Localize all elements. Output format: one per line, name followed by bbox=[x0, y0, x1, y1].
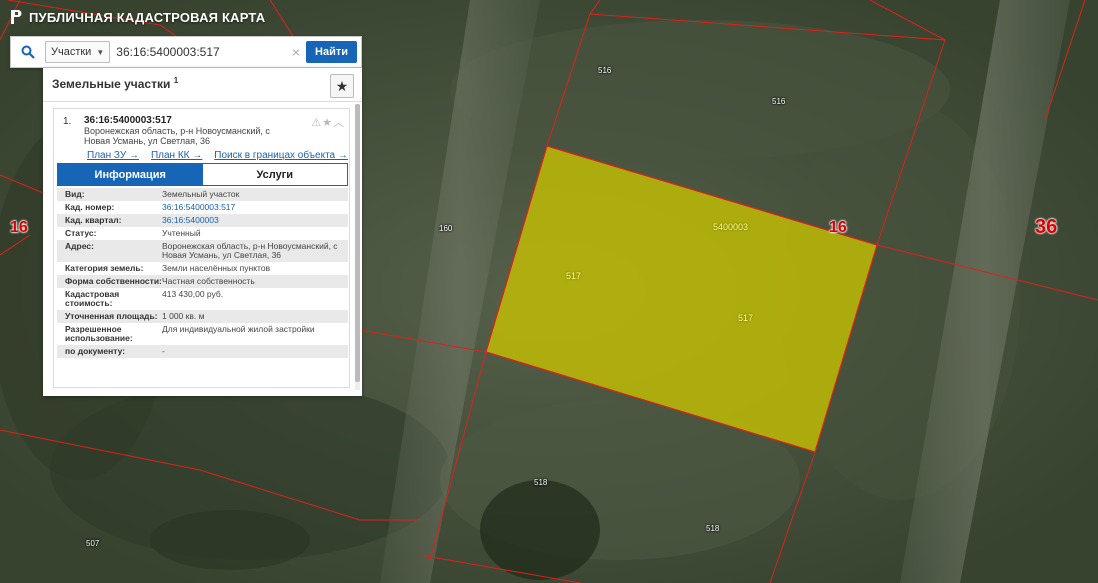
info-value: Земельный участок bbox=[162, 189, 240, 199]
close-icon[interactable]: × bbox=[292, 44, 300, 60]
info-table: Вид: Земельный участок Кад. номер: 36:16:5… bbox=[57, 188, 348, 358]
search-icon[interactable] bbox=[11, 37, 45, 67]
info-row: по документу: - bbox=[57, 345, 348, 358]
map-label-parcel-517: 517 bbox=[738, 313, 754, 323]
info-row: Кадастровая стоимость: 413 430,00 руб. bbox=[57, 288, 348, 310]
info-label: Кад. квартал: bbox=[65, 215, 122, 225]
tab-services[interactable]: Услуги bbox=[202, 164, 347, 185]
info-label: Форма собственности: bbox=[65, 276, 162, 286]
info-value-link[interactable]: 36:16:5400003 bbox=[162, 216, 348, 225]
map-label-parcel-516: 516 bbox=[598, 66, 612, 75]
scrollbar-thumb[interactable] bbox=[355, 104, 360, 382]
map-label-quarter-5400003: 5400003 bbox=[713, 222, 749, 232]
info-label: по документу: bbox=[65, 346, 126, 356]
map-label-parcel-517: 517 bbox=[566, 271, 582, 281]
info-label: Кадастровая стоимость: bbox=[65, 289, 120, 308]
result-tabs: Информация Услуги bbox=[57, 163, 348, 186]
info-row: Категория земель: Земли населённых пункто… bbox=[57, 262, 348, 275]
map-label-parcel-518: 518 bbox=[706, 524, 720, 533]
info-row: Кад. номер: 36:16:5400003:517 bbox=[57, 201, 348, 214]
info-row: Адрес: Воронежская область, р-н Новоусман… bbox=[57, 240, 348, 262]
result-index: 1. bbox=[63, 116, 72, 127]
info-label: Вид: bbox=[65, 189, 85, 199]
map-label-district-16: 16 bbox=[10, 219, 28, 236]
link-plan-zu[interactable]: План ЗУ → bbox=[87, 150, 139, 161]
info-value: 1 000 кв. м bbox=[162, 311, 205, 321]
info-value: - bbox=[162, 346, 165, 356]
chevron-down-icon: ▼ bbox=[96, 47, 105, 57]
link-plan-kk[interactable]: План КК → bbox=[151, 150, 202, 161]
map-label-parcel-516: 516 bbox=[772, 97, 786, 106]
map-label-region-36: 36 bbox=[1035, 216, 1058, 238]
divider bbox=[43, 101, 362, 102]
warning-icon[interactable]: ⚠ bbox=[311, 117, 322, 129]
info-row: Уточненная площадь: 1 000 кв. м bbox=[57, 310, 348, 323]
info-value: Земли населённых пунктов bbox=[162, 263, 271, 273]
search-bar: Участки ▼ × Найти bbox=[10, 36, 362, 68]
info-label: Кад. номер: bbox=[65, 202, 115, 212]
search-type-select[interactable]: Участки ▼ bbox=[45, 41, 111, 63]
info-row: Форма собственности: Частная собственност… bbox=[57, 275, 348, 288]
info-row: Кад. квартал: 36:16:5400003 bbox=[57, 214, 348, 227]
tab-information[interactable]: Информация bbox=[58, 164, 203, 185]
panel-title: Земельные участки 1 bbox=[52, 76, 178, 91]
favorite-star-button[interactable]: ★ bbox=[330, 74, 354, 98]
star-icon: ★ bbox=[335, 77, 349, 94]
info-label: Категория земель: bbox=[65, 263, 144, 273]
info-value: 413 430,00 руб. bbox=[162, 289, 224, 299]
find-button[interactable]: Найти bbox=[306, 41, 357, 63]
search-type-label: Участки bbox=[51, 46, 92, 58]
info-value: Учтенный bbox=[162, 228, 201, 238]
panel-title-text: Земельные участки bbox=[52, 77, 171, 91]
results-panel: Земельные участки 1 ★ 1. 36:16:5400003:5… bbox=[43, 68, 362, 396]
map-label-parcel-160: 160 bbox=[439, 224, 453, 233]
result-cad-number[interactable]: 36:16:5400003:517 bbox=[84, 115, 172, 126]
result-address: Воронежская область, р-н Новоусманский, … bbox=[84, 126, 270, 146]
info-value-link[interactable]: 36:16:5400003:517 bbox=[162, 203, 348, 212]
info-row: Вид: Земельный участок bbox=[57, 188, 348, 201]
map-label-parcel-507: 507 bbox=[86, 539, 100, 548]
info-value: Частная собственность bbox=[162, 276, 255, 286]
info-value: Для индивидуальной жилой застройки bbox=[162, 324, 315, 334]
map-label-district-16: 16 bbox=[829, 219, 847, 236]
link-search-in-bounds[interactable]: Поиск в границах объекта → bbox=[214, 150, 348, 161]
app-title: ПУБЛИЧНАЯ КАДАСТРОВАЯ КАРТА bbox=[29, 9, 266, 25]
search-input[interactable] bbox=[116, 42, 286, 62]
info-label: Статус: bbox=[65, 228, 97, 238]
result-links: План ЗУ → План КК → Поиск в границах объ… bbox=[87, 150, 348, 161]
card-actions: ⚠★︿ bbox=[311, 114, 345, 130]
info-label: Разрешенное использование: bbox=[65, 324, 133, 343]
result-card[interactable]: 1. 36:16:5400003:517 Воронежская область… bbox=[53, 108, 350, 388]
map-label-parcel-518: 518 bbox=[534, 478, 548, 487]
app-header: ПУБЛИЧНАЯ КАДАСТРОВАЯ КАРТА bbox=[0, 0, 265, 34]
logo-icon bbox=[11, 10, 22, 24]
info-row: Разрешенное использование: Для индивидуал… bbox=[57, 323, 348, 345]
info-label: Адрес: bbox=[65, 241, 94, 251]
star-icon[interactable]: ★ bbox=[322, 117, 333, 129]
info-label: Уточненная площадь: bbox=[65, 311, 158, 321]
results-count: 1 bbox=[173, 76, 179, 85]
info-row: Статус: Учтенный bbox=[57, 227, 348, 240]
chevron-up-icon[interactable]: ︿ bbox=[333, 117, 345, 129]
info-value: Воронежская область, р-н Новоусманский, … bbox=[162, 241, 338, 260]
